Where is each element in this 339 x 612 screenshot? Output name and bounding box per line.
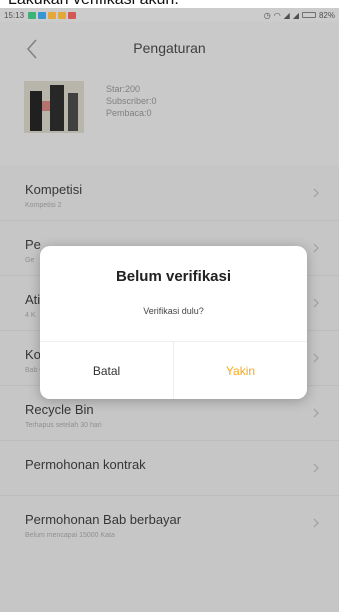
verification-dialog: Belum verifikasi Verifikasi dulu? Batal …	[40, 246, 307, 399]
dialog-message: Verifikasi dulu?	[143, 306, 204, 316]
cancel-button[interactable]: Batal	[40, 342, 173, 399]
confirm-button[interactable]: Yakin	[174, 342, 307, 399]
dialog-title: Belum verifikasi	[115, 268, 232, 285]
caption-text: Lakukan verifikasi akun.	[0, 0, 339, 8]
